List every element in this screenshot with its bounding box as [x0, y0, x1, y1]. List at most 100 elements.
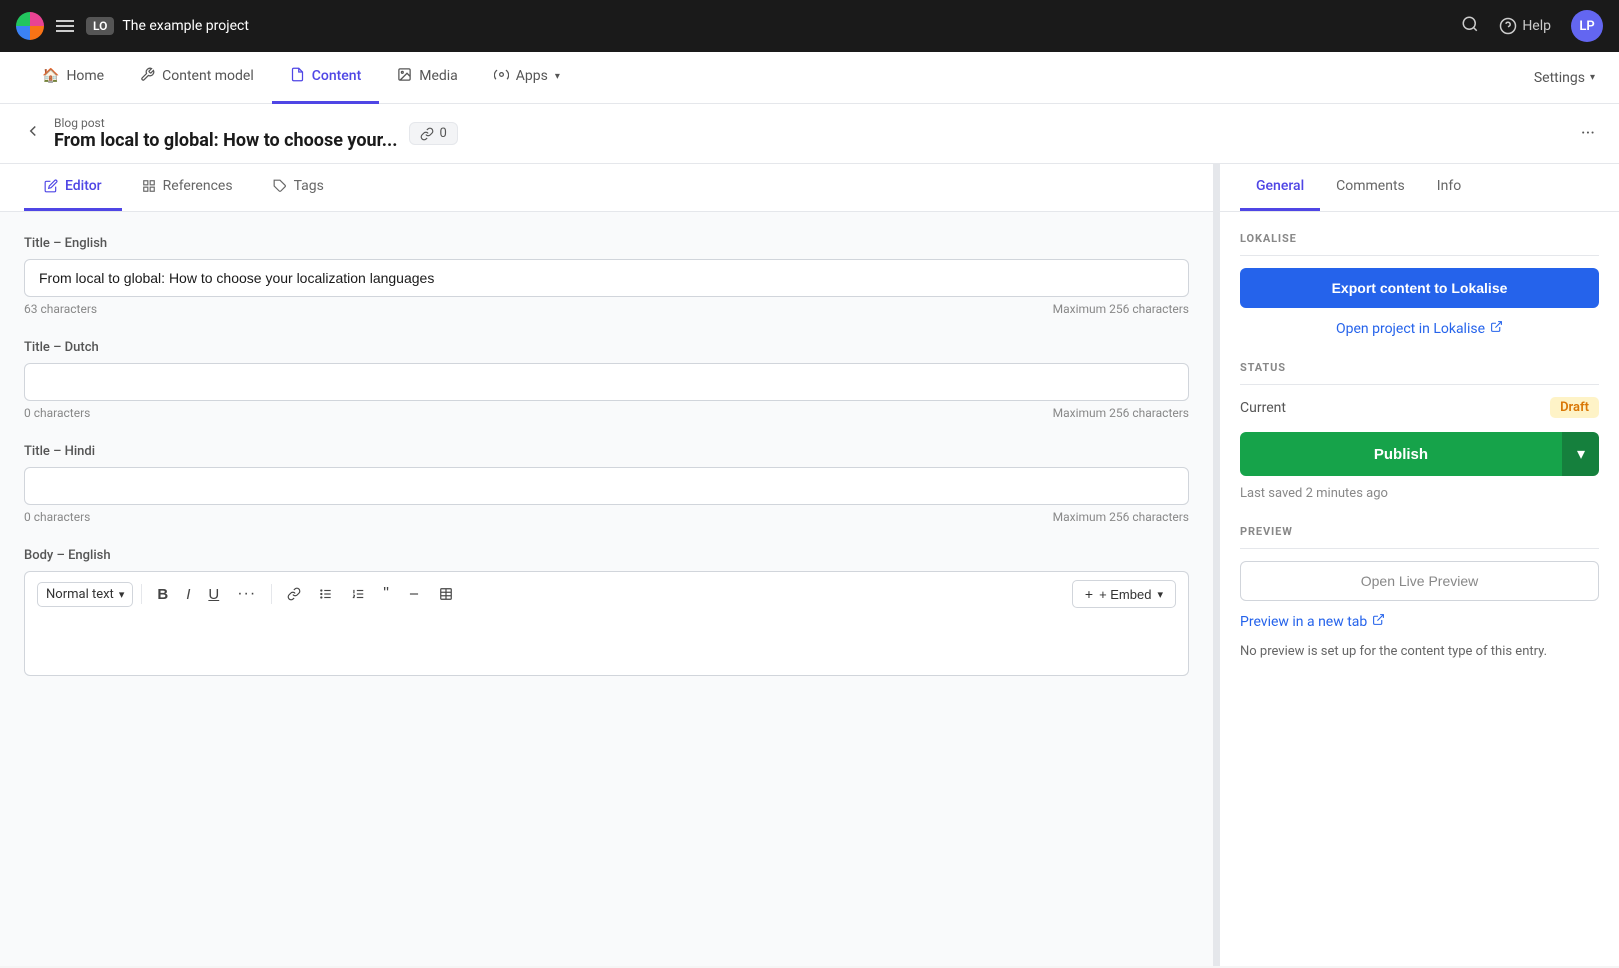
settings-chevron-icon: ▾: [1590, 72, 1595, 83]
title-english-label: Title – English: [24, 236, 1189, 251]
help-button[interactable]: Help: [1499, 17, 1551, 35]
nav-home[interactable]: 🏠 Home: [24, 52, 122, 104]
nav-media[interactable]: Media: [379, 52, 476, 104]
breadcrumb-text: Blog post From local to global: How to c…: [54, 116, 397, 151]
hr-button[interactable]: [400, 582, 428, 606]
app-logo[interactable]: [16, 12, 44, 40]
search-icon[interactable]: [1461, 15, 1479, 38]
embed-label: + Embed: [1099, 587, 1151, 602]
sidebar-general-label: General: [1256, 178, 1304, 194]
preview-section: PREVIEW Open Live Preview Preview in a n…: [1240, 525, 1599, 662]
nav-content-model[interactable]: Content model: [122, 52, 272, 104]
content-model-icon: [140, 67, 155, 86]
breadcrumb-type-label: Blog post: [54, 116, 397, 130]
sidebar-tab-general[interactable]: General: [1240, 164, 1320, 211]
home-icon: 🏠: [42, 68, 59, 84]
nav-apps[interactable]: Apps ▾: [476, 52, 578, 104]
media-icon: [397, 67, 412, 86]
status-badge: Draft: [1550, 397, 1599, 418]
open-live-preview-button[interactable]: Open Live Preview: [1240, 561, 1599, 601]
editor-body[interactable]: [24, 616, 1189, 676]
export-to-lokalise-button[interactable]: Export content to Lokalise: [1240, 268, 1599, 308]
normal-text-label: Normal text: [46, 587, 114, 602]
preview-section-title: PREVIEW: [1240, 525, 1599, 549]
text-format-chevron-icon: ▾: [119, 588, 125, 601]
embed-button[interactable]: + + Embed ▾: [1072, 580, 1176, 608]
settings-button[interactable]: Settings ▾: [1534, 70, 1595, 86]
preview-external-icon: [1372, 613, 1385, 630]
secondnav-left: 🏠 Home Content model Content Media Ap: [24, 52, 578, 104]
sidebar-info-label: Info: [1437, 178, 1461, 194]
main-layout: Editor References Tags Title – English 6…: [0, 164, 1619, 966]
bold-button[interactable]: B: [150, 581, 175, 608]
lokalise-section: LOKALISE Export content to Lokalise Open…: [1240, 232, 1599, 337]
title-dutch-input[interactable]: [24, 363, 1189, 401]
title-hindi-max: Maximum 256 characters: [1053, 510, 1189, 524]
link-badge[interactable]: 0: [409, 122, 457, 145]
sidebar-tab-comments[interactable]: Comments: [1320, 164, 1421, 211]
nav-apps-label: Apps: [516, 68, 548, 84]
title-hindi-input[interactable]: [24, 467, 1189, 505]
field-title-dutch: Title – Dutch 0 characters Maximum 256 c…: [24, 340, 1189, 420]
nav-content[interactable]: Content: [272, 52, 380, 104]
title-english-max: Maximum 256 characters: [1053, 302, 1189, 316]
menu-icon[interactable]: [56, 20, 74, 32]
text-format-select[interactable]: Normal text ▾: [37, 582, 133, 607]
nav-content-model-label: Content model: [162, 68, 254, 84]
blockquote-button[interactable]: ": [376, 580, 396, 608]
table-button[interactable]: [432, 582, 460, 606]
tab-editor[interactable]: Editor: [24, 164, 122, 211]
status-row: Current Draft: [1240, 397, 1599, 418]
tab-tags-label: Tags: [294, 178, 324, 194]
current-label: Current: [1240, 400, 1286, 416]
preview-note: No preview is set up for the content typ…: [1240, 642, 1599, 662]
title-hindi-meta: 0 characters Maximum 256 characters: [24, 510, 1189, 524]
sidebar-comments-label: Comments: [1336, 178, 1405, 194]
title-dutch-max: Maximum 256 characters: [1053, 406, 1189, 420]
last-saved: Last saved 2 minutes ago: [1240, 486, 1599, 501]
topbar-right: Help LP: [1461, 10, 1603, 42]
breadcrumb-content: Blog post From local to global: How to c…: [24, 116, 458, 151]
tab-references[interactable]: References: [122, 164, 253, 211]
title-dutch-label: Title – Dutch: [24, 340, 1189, 355]
topbar: LO The example project Help LP: [0, 0, 1619, 52]
right-sidebar: General Comments Info LOKALISE Export co…: [1219, 164, 1619, 966]
project-name-area: LO The example project: [86, 17, 249, 35]
sidebar-tab-info[interactable]: Info: [1421, 164, 1477, 211]
status-section-title: STATUS: [1240, 361, 1599, 385]
publish-dropdown-button[interactable]: ▾: [1562, 432, 1599, 476]
content-area: Editor References Tags Title – English 6…: [0, 164, 1213, 966]
title-dutch-meta: 0 characters Maximum 256 characters: [24, 406, 1189, 420]
italic-button[interactable]: I: [179, 581, 197, 608]
sidebar-content: LOKALISE Export content to Lokalise Open…: [1220, 212, 1619, 706]
nav-content-label: Content: [312, 68, 362, 84]
embed-chevron-icon: ▾: [1157, 588, 1163, 601]
external-link-icon: [1490, 320, 1503, 337]
toolbar-divider-1: [141, 584, 142, 604]
preview-new-tab-link[interactable]: Preview in a new tab: [1240, 613, 1599, 630]
underline-button[interactable]: U: [201, 581, 226, 608]
project-badge: LO: [86, 17, 114, 35]
content-fields: Title – English 63 characters Maximum 25…: [0, 212, 1213, 724]
lokalise-section-title: LOKALISE: [1240, 232, 1599, 256]
editor-toolbar: Normal text ▾ B I U ···: [24, 571, 1189, 616]
unordered-list-button[interactable]: [312, 582, 340, 606]
more-formats-button[interactable]: ···: [230, 580, 263, 608]
title-hindi-label: Title – Hindi: [24, 444, 1189, 459]
tab-tags[interactable]: Tags: [253, 164, 344, 211]
title-english-input[interactable]: [24, 259, 1189, 297]
ordered-list-button[interactable]: [344, 582, 372, 606]
nav-media-label: Media: [419, 68, 458, 84]
sidebar-tabs: General Comments Info: [1220, 164, 1619, 212]
secondnav: 🏠 Home Content model Content Media Ap: [0, 52, 1619, 104]
open-project-lokalise-link[interactable]: Open project in Lokalise: [1240, 320, 1599, 337]
project-name: The example project: [122, 18, 249, 34]
apps-chevron-icon: ▾: [555, 71, 560, 82]
topbar-left: LO The example project: [16, 12, 249, 40]
more-button[interactable]: ···: [1581, 123, 1595, 144]
link-button[interactable]: [280, 582, 308, 606]
link-count: 0: [439, 126, 446, 141]
back-button[interactable]: [24, 122, 42, 145]
publish-button[interactable]: Publish: [1240, 432, 1562, 476]
avatar[interactable]: LP: [1571, 10, 1603, 42]
